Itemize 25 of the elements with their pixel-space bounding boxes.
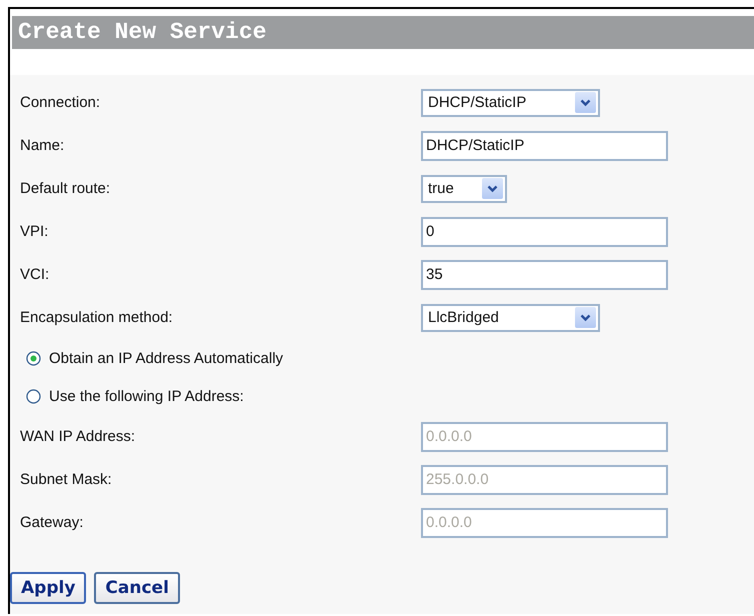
- field-label: VCI:: [20, 266, 50, 283]
- field-label: Encapsulation method:: [20, 309, 174, 326]
- radio-button[interactable]: [26, 350, 41, 366]
- radio-label: Use the following IP Address:: [49, 388, 244, 404]
- cancel-button[interactable]: Cancel: [94, 572, 180, 604]
- field-label: Subnet Mask:: [20, 471, 113, 488]
- field-label: Gateway:: [20, 514, 84, 531]
- field-label: WAN IP Address:: [20, 428, 136, 445]
- field-label: VPI:: [20, 223, 50, 240]
- window-title: Create New Service: [12, 16, 754, 49]
- chevron-icon: [482, 178, 503, 199]
- dropdown[interactable]: true: [421, 174, 507, 202]
- field-label: Default route:: [20, 180, 112, 197]
- radio-label: Obtain an IP Address Automatically: [49, 350, 284, 366]
- input-field[interactable]: 35: [421, 260, 668, 290]
- chevron-icon: [575, 92, 596, 113]
- dropdown[interactable]: DHCP/StaticIP: [421, 88, 600, 116]
- dropdown[interactable]: LlcBridged: [421, 304, 600, 332]
- field-label: Connection:: [20, 94, 102, 111]
- input-field[interactable]: 0: [421, 216, 668, 246]
- field-label: Name:: [20, 137, 66, 154]
- input-field[interactable]: DHCP/StaticIP: [421, 130, 668, 160]
- apply-button[interactable]: Apply: [10, 572, 86, 604]
- radio-button[interactable]: [26, 388, 41, 404]
- chevron-icon: [575, 307, 596, 328]
